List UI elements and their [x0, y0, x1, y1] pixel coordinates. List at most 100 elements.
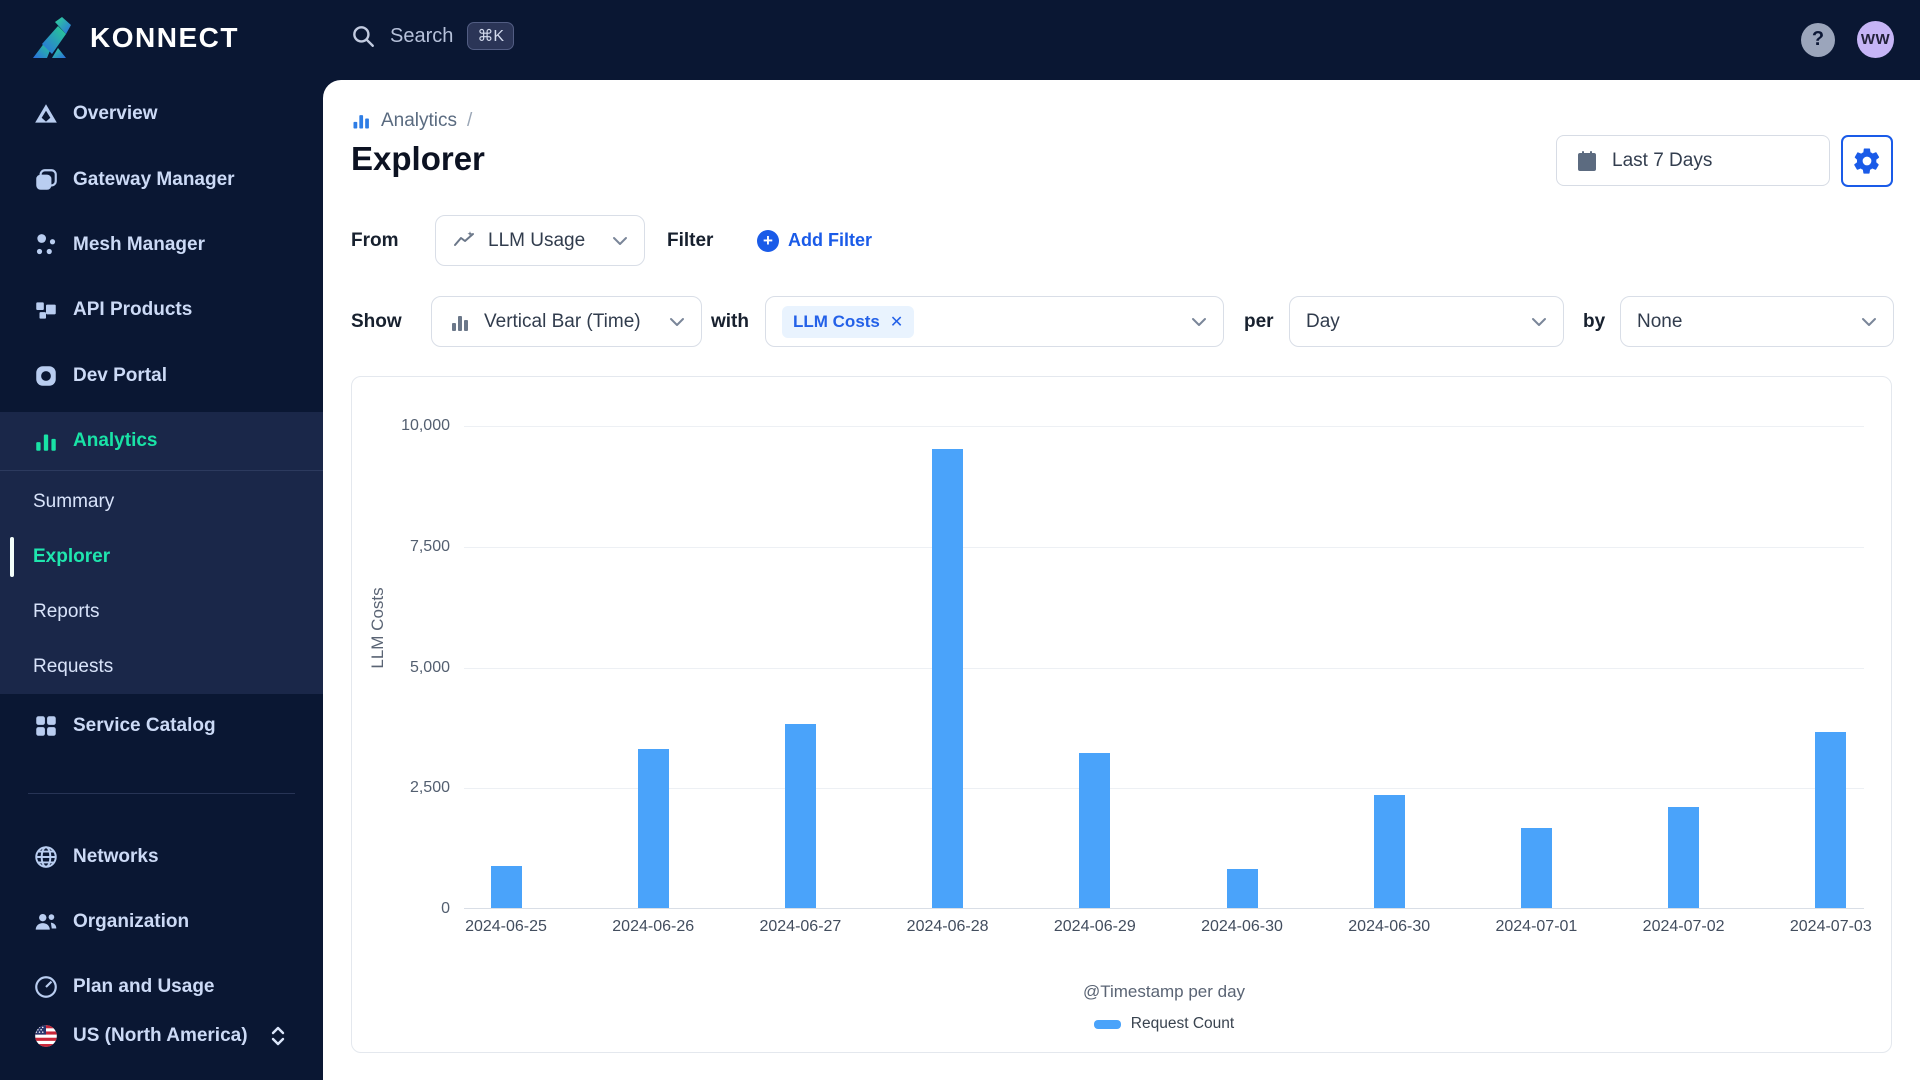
x-tick-label: 2024-07-02: [1642, 918, 1725, 935]
bar-2024-07-02[interactable]: [1668, 806, 1700, 908]
divider: [0, 470, 323, 471]
search-icon: [353, 26, 374, 47]
chart-legend: Request Count: [464, 1015, 1864, 1033]
analytics-icon: [36, 434, 56, 451]
sidebar-item-analytics[interactable]: Analytics: [0, 414, 323, 468]
dev-portal-icon: [36, 366, 56, 386]
sidebar-group-analytics: Analytics Summary Explorer Reports Reque…: [0, 412, 323, 694]
main-content: Analytics / Explorer Last 7 Days From LL…: [323, 80, 1920, 1080]
sidebar-item-reports[interactable]: Reports: [0, 585, 323, 639]
topbar: Search ⌘K ? WW: [323, 0, 1920, 80]
sidebar-item-organization[interactable]: Organization: [0, 895, 323, 949]
from-label: From: [351, 229, 399, 251]
bar-2024-06-25[interactable]: [490, 865, 522, 908]
breadcrumb-link[interactable]: Analytics: [381, 110, 457, 132]
metrics-multiselect[interactable]: LLM Costs ✕: [765, 296, 1224, 347]
x-tick-label: 2024-06-27: [759, 918, 842, 935]
date-range-value: Last 7 Days: [1612, 149, 1713, 171]
sidebar-item-plan-and-usage[interactable]: Plan and Usage: [0, 960, 323, 1014]
sidebar-item-gateway-manager[interactable]: Gateway Manager: [0, 153, 323, 207]
metric-chip[interactable]: LLM Costs ✕: [782, 305, 915, 338]
sidebar-item-mesh-manager[interactable]: Mesh Manager: [0, 218, 323, 272]
bar-2024-06-27[interactable]: [784, 724, 816, 908]
y-tick-label: 5,000: [409, 658, 450, 676]
gridline: [464, 788, 1864, 790]
brand-logo[interactable]: KONNECT: [28, 14, 239, 62]
sidebar-item-summary[interactable]: Summary: [0, 475, 323, 529]
bar-chart-icon: [452, 315, 468, 331]
sidebar-item-explorer[interactable]: Explorer: [0, 530, 323, 584]
by-select[interactable]: None: [1620, 296, 1894, 347]
page-title: Explorer: [351, 140, 485, 177]
keyboard-shortcut-badge: ⌘K: [467, 22, 515, 50]
avatar[interactable]: WW: [1857, 21, 1894, 58]
add-filter-button[interactable]: + Add Filter: [757, 215, 872, 266]
api-products-icon: [36, 302, 56, 319]
up-down-chevrons-icon: [271, 1026, 284, 1046]
x-tick-label: 2024-07-03: [1789, 918, 1872, 935]
x-tick-label: 2024-06-30: [1201, 918, 1283, 935]
gear-icon: [1854, 148, 1880, 174]
by-value: None: [1637, 310, 1683, 332]
y-tick-label: 10,000: [401, 417, 450, 434]
chevron-down-icon: [613, 236, 627, 245]
per-value: Day: [1306, 310, 1340, 332]
chart-type-select[interactable]: Vertical Bar (Time): [431, 296, 702, 347]
organization-icon: [35, 913, 57, 930]
x-tick-label: 2024-07-01: [1495, 918, 1578, 935]
sidebar-item-dev-portal[interactable]: Dev Portal: [0, 349, 323, 403]
overview-icon: [35, 104, 57, 123]
bar-2024-07-03[interactable]: [1815, 731, 1847, 908]
breadcrumb-separator: /: [467, 110, 473, 131]
sidebar-item-api-products[interactable]: API Products: [0, 283, 323, 337]
gridline: [464, 426, 1864, 427]
calendar-icon: [1578, 150, 1596, 171]
per-select[interactable]: Day: [1289, 296, 1564, 347]
plan-usage-icon: [35, 976, 57, 998]
active-indicator: [10, 537, 14, 577]
y-tick-label: 0: [441, 900, 450, 917]
sidebar-item-requests[interactable]: Requests: [0, 640, 323, 694]
datasource-select[interactable]: LLM Usage: [435, 215, 645, 266]
search-placeholder: Search: [390, 24, 454, 47]
brand-name: KONNECT: [90, 22, 239, 53]
x-tick-label: 2024-06-26: [612, 918, 695, 935]
sidebar-item-service-catalog[interactable]: Service Catalog: [0, 699, 323, 753]
bar-2024-06-26[interactable]: [637, 748, 669, 908]
bar-2024-06-30[interactable]: [1226, 869, 1258, 908]
remove-chip-icon[interactable]: ✕: [890, 312, 903, 332]
gateway-manager-icon: [36, 169, 57, 190]
x-axis-label: @Timestamp per day: [1082, 982, 1246, 1001]
bar-2024-06-29[interactable]: [1079, 753, 1111, 908]
query-row-show: Show Vertical Bar (Time) with LLM Costs …: [351, 296, 1894, 347]
by-label: by: [1583, 310, 1606, 332]
date-range-button[interactable]: Last 7 Days: [1556, 135, 1830, 186]
gridline: [464, 546, 1864, 548]
legend-swatch: [1093, 1019, 1121, 1029]
help-button[interactable]: ?: [1801, 22, 1835, 57]
chart-card: LLM Costs 0 2,500 5,000 7,500 10,000 2024-06…: [351, 376, 1892, 1053]
bar-2024-06-28[interactable]: [932, 449, 964, 908]
sidebar-item-region[interactable]: US (North America): [0, 1009, 323, 1063]
sidebar-item-networks[interactable]: Networks: [0, 830, 323, 884]
bar-2024-07-01[interactable]: [1520, 828, 1552, 908]
analytics-breadcrumb-icon: [353, 115, 369, 129]
chevron-down-icon: [1192, 317, 1206, 326]
y-tick-label: 7,500: [409, 537, 450, 555]
settings-button[interactable]: [1841, 135, 1893, 187]
sidebar-item-overview[interactable]: Overview: [0, 87, 323, 141]
x-tick-label: 2024-06-30: [1348, 918, 1431, 935]
networks-icon: [35, 846, 57, 868]
x-tick-label: 2024-06-25: [465, 918, 547, 935]
chart-plot: [464, 426, 1864, 909]
us-flag-icon: [35, 1025, 57, 1047]
chevron-down-icon: [1862, 317, 1876, 326]
chart-type-value: Vertical Bar (Time): [484, 310, 641, 332]
legend-label: Request Count: [1130, 1015, 1235, 1032]
x-tick-label: 2024-06-29: [1053, 918, 1136, 935]
mesh-manager-icon: [36, 234, 56, 255]
datasource-value: LLM Usage: [488, 229, 586, 251]
app-root: KONNECT Overview Gateway Manager Mesh Ma…: [0, 0, 1920, 1080]
bar-2024-06-30[interactable]: [1373, 794, 1405, 908]
search-input[interactable]: Search ⌘K: [350, 22, 515, 50]
